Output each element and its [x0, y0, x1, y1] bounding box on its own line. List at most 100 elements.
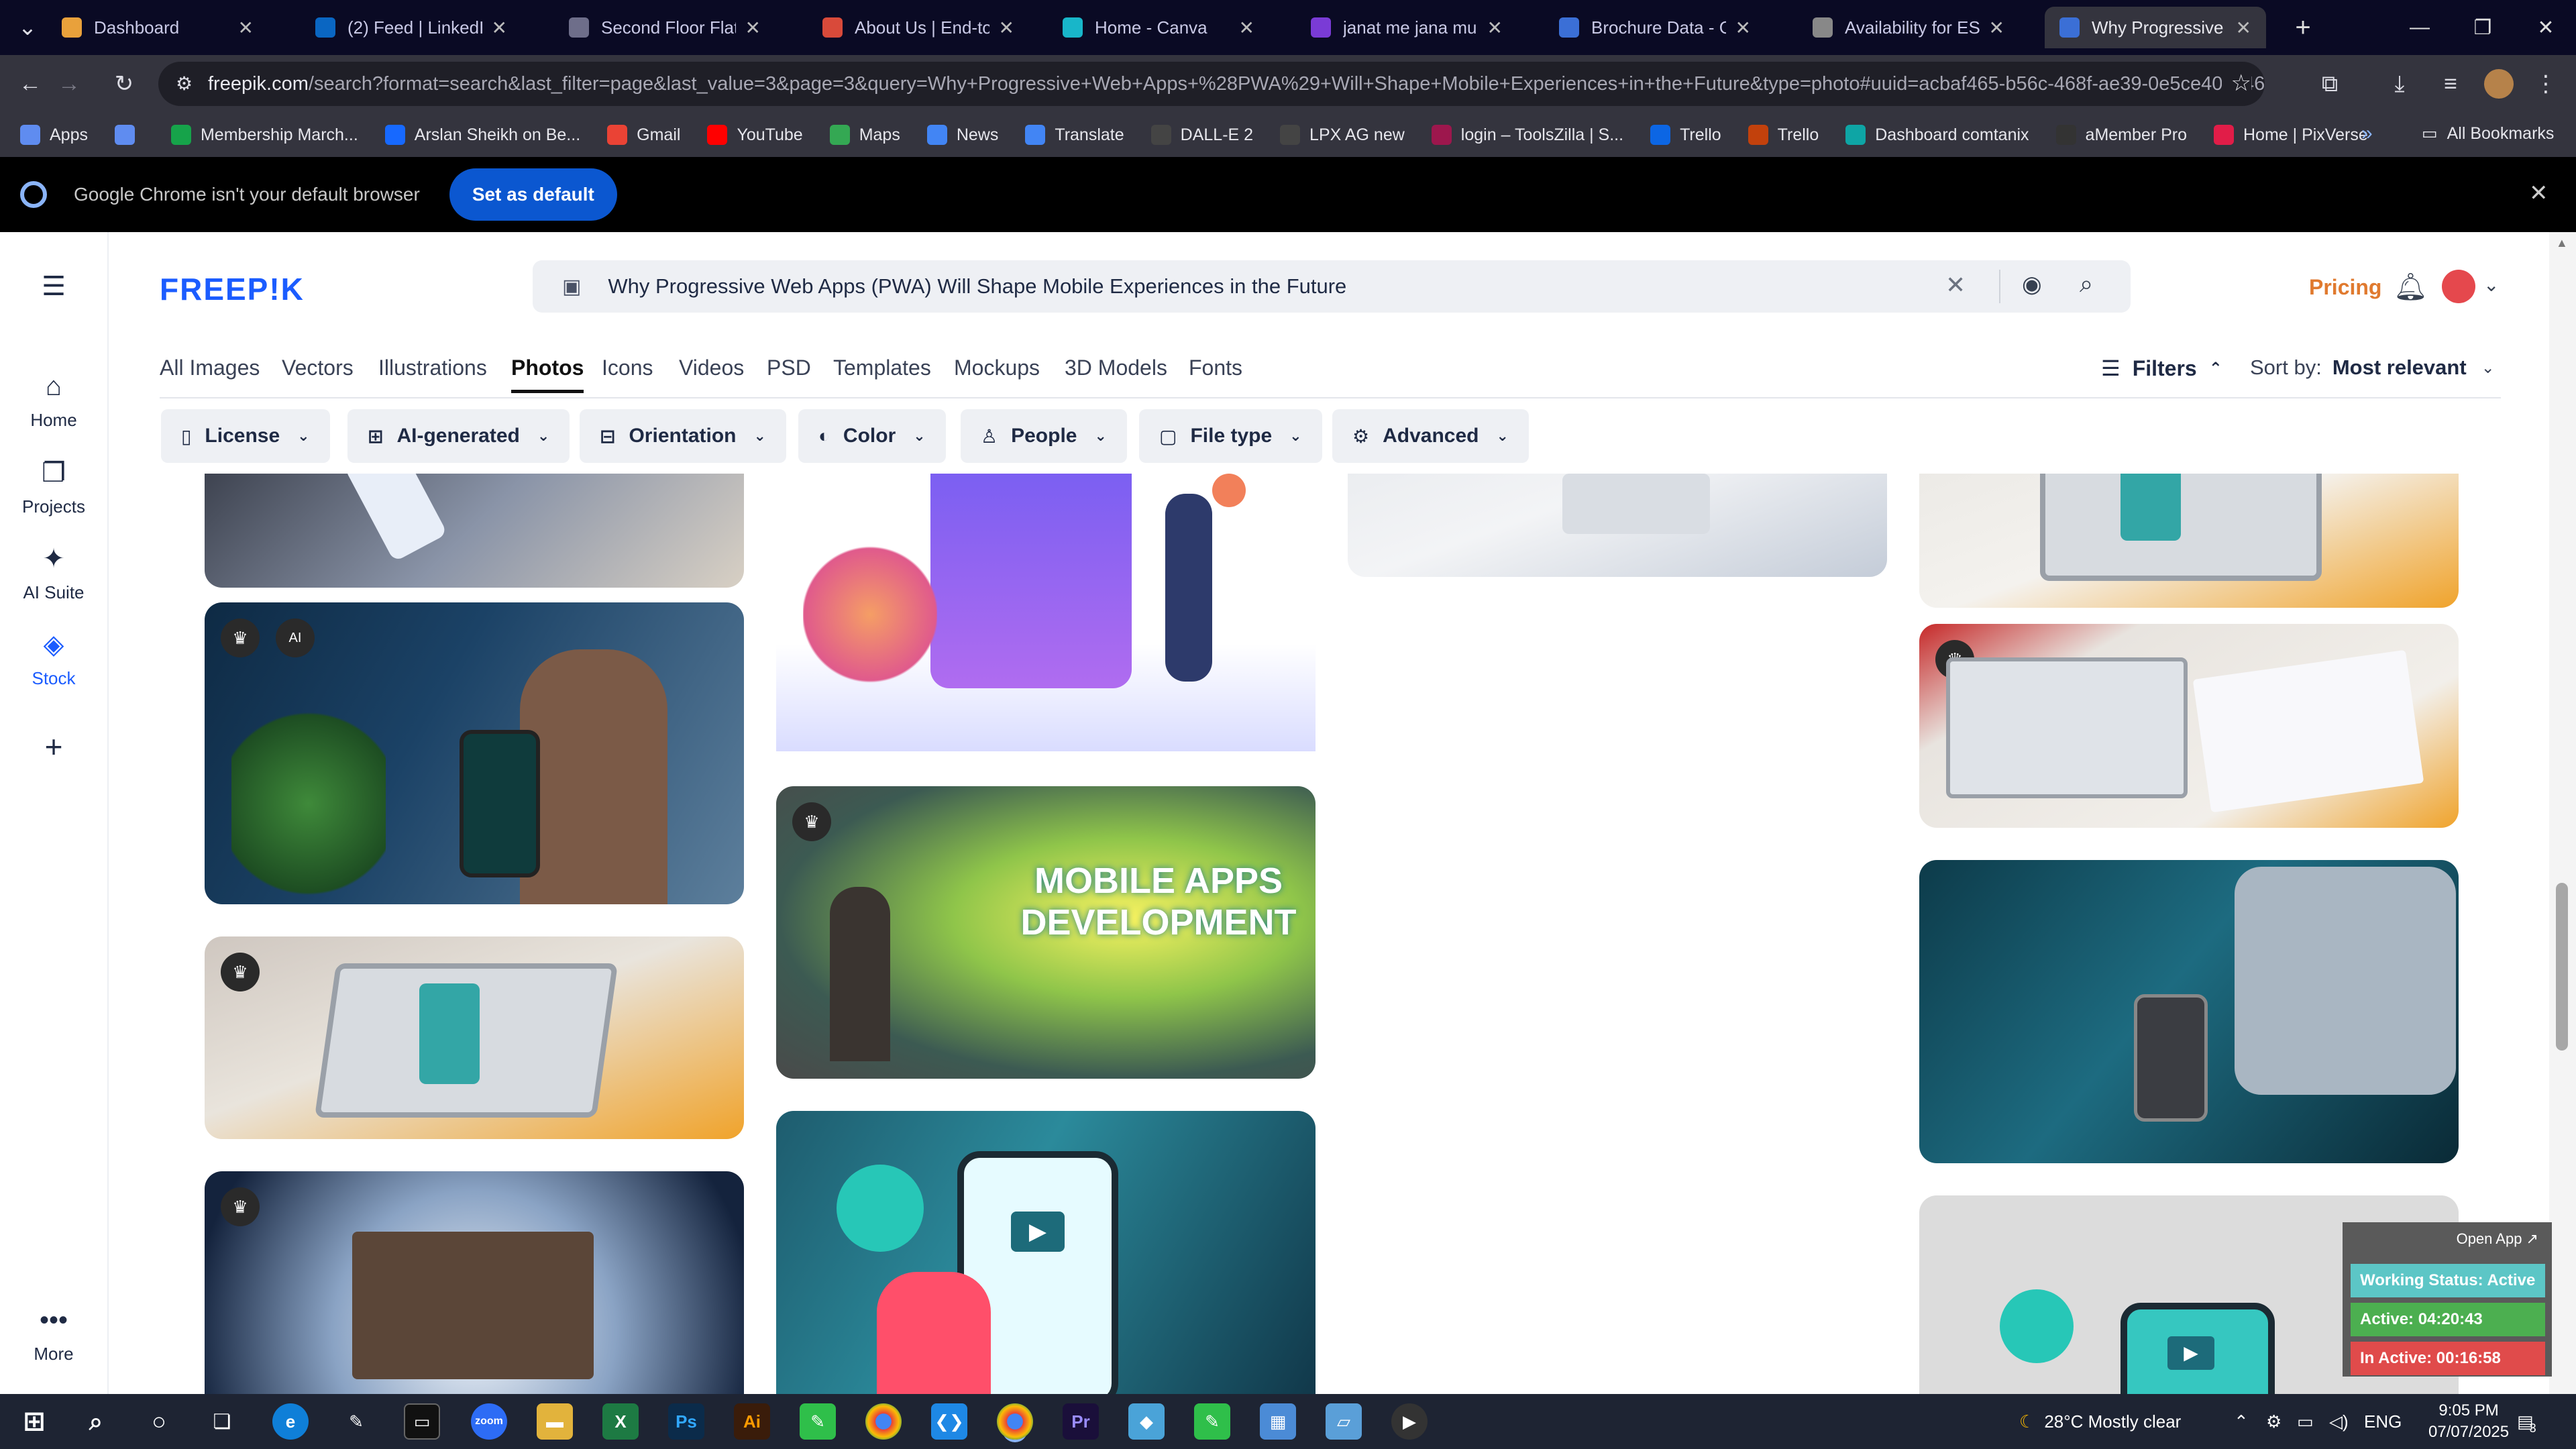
- search-input[interactable]: Why Progressive Web Apps (PWA) Will Shap…: [608, 274, 1346, 299]
- browser-tab[interactable]: janat me jana mumk ✕: [1296, 7, 1517, 48]
- result-image[interactable]: ♛ AI: [205, 602, 744, 904]
- result-image[interactable]: ♛: [1919, 624, 2459, 828]
- all-bookmarks[interactable]: ▭ All Bookmarks: [2422, 123, 2554, 144]
- clear-search-icon[interactable]: ✕: [1945, 271, 1966, 299]
- calculator-icon[interactable]: ▦: [1260, 1403, 1296, 1440]
- category-tab[interactable]: Fonts: [1189, 356, 1242, 380]
- edge-icon[interactable]: e: [272, 1403, 309, 1440]
- browser-tab[interactable]: Availability for EST st ✕: [1798, 7, 2019, 48]
- terminal-icon[interactable]: ▭: [404, 1403, 440, 1440]
- premiere-icon[interactable]: Pr: [1063, 1403, 1099, 1440]
- bookmark-item[interactable]: Gmail: [607, 125, 680, 145]
- media-player-icon[interactable]: ▶: [1391, 1403, 1428, 1440]
- forward-icon[interactable]: →: [52, 67, 86, 101]
- app-green-icon[interactable]: ✎: [800, 1403, 836, 1440]
- bookmark-item[interactable]: YouTube: [707, 125, 803, 145]
- bookmark-star-icon[interactable]: ☆: [2221, 70, 2251, 97]
- reload-icon[interactable]: ↻: [107, 67, 141, 101]
- bookmark-item[interactable]: Membership March...: [170, 125, 358, 145]
- tab-close-icon[interactable]: ✕: [999, 17, 1014, 39]
- infobar-close-icon[interactable]: ✕: [2529, 180, 2548, 207]
- category-tab[interactable]: PSD: [767, 356, 811, 380]
- browser-tab[interactable]: Why Progressive We ✕: [2045, 7, 2266, 48]
- bookmark-item[interactable]: DALL-E 2: [1150, 125, 1253, 145]
- profile-avatar[interactable]: [2484, 69, 2514, 99]
- camera-icon[interactable]: ◉: [2022, 271, 2042, 298]
- category-tab[interactable]: All Images: [160, 356, 260, 380]
- bookmark-item[interactable]: [114, 125, 144, 145]
- app-paper-icon[interactable]: ▱: [1326, 1403, 1362, 1440]
- user-avatar[interactable]: [2442, 270, 2475, 303]
- file-explorer-icon[interactable]: ▬: [537, 1403, 573, 1440]
- filter-button[interactable]: ⚙ Advanced ⌄: [1332, 409, 1529, 463]
- result-image[interactable]: [205, 474, 744, 588]
- scrollbar-thumb[interactable]: [2556, 883, 2568, 1051]
- tab-close-icon[interactable]: ✕: [1735, 17, 1751, 39]
- app-green2-icon[interactable]: ✎: [1194, 1403, 1230, 1440]
- bookmark-item[interactable]: Trello: [1650, 125, 1721, 145]
- extensions-icon[interactable]: ⧉: [2313, 67, 2347, 101]
- site-info-icon[interactable]: ⚙: [176, 72, 193, 95]
- set-as-default-button[interactable]: Set as default: [449, 168, 617, 221]
- tab-close-icon[interactable]: ✕: [1989, 17, 2004, 39]
- tray-chevron-icon[interactable]: ⌃: [2234, 1394, 2249, 1449]
- notification-center[interactable]: ▤ 3: [2517, 1394, 2536, 1449]
- result-image[interactable]: ♛ MOBILE APPS DEVELOPMENT: [776, 786, 1316, 1079]
- bookmark-item[interactable]: Arslan Sheikh on Be...: [384, 125, 580, 145]
- freepik-logo[interactable]: FREEP!K: [160, 271, 305, 307]
- address-bar[interactable]: ⚙ freepik.com/search?format=search&last_…: [158, 62, 2265, 106]
- result-image[interactable]: [1919, 860, 2459, 1163]
- volume-icon[interactable]: ◁): [2329, 1394, 2349, 1449]
- scroll-up-icon[interactable]: ▲: [2556, 236, 2568, 250]
- bookmark-item[interactable]: aMember Pro: [2055, 125, 2187, 145]
- category-tab[interactable]: Vectors: [282, 356, 354, 380]
- chrome-menu-icon[interactable]: ⋮: [2529, 67, 2563, 101]
- weather-widget[interactable]: ☾ 28°C Mostly clear: [2019, 1394, 2181, 1449]
- filter-button[interactable]: ▯ License ⌄: [161, 409, 330, 463]
- language-indicator[interactable]: ENG: [2364, 1394, 2402, 1449]
- bookmark-item[interactable]: login – ToolsZilla | S...: [1431, 125, 1623, 145]
- task-view-icon[interactable]: ❏: [204, 1403, 240, 1440]
- filters-toggle[interactable]: ☰ Filters ⌃: [2101, 356, 2222, 381]
- search-icon[interactable]: ⌕: [2080, 270, 2093, 299]
- sort-dropdown[interactable]: Sort by: Most relevant ⌄: [2250, 356, 2495, 380]
- tab-close-icon[interactable]: ✕: [1239, 17, 1254, 39]
- excel-icon[interactable]: X: [602, 1403, 639, 1440]
- filter-button[interactable]: ♙ People ⌄: [961, 409, 1127, 463]
- result-image[interactable]: [776, 474, 1316, 751]
- open-app-link[interactable]: Open App ↗: [2351, 1222, 2545, 1256]
- result-image[interactable]: [1348, 474, 1887, 577]
- category-tab[interactable]: Photos: [511, 356, 584, 393]
- tab-close-icon[interactable]: ✕: [238, 17, 254, 39]
- minimize-button[interactable]: —: [2388, 0, 2451, 55]
- category-tab[interactable]: Videos: [679, 356, 744, 380]
- close-window-button[interactable]: ✕: [2514, 0, 2576, 55]
- bookmark-item[interactable]: Dashboard comtanix: [1845, 125, 2029, 145]
- filter-button[interactable]: ▢ File type ⌄: [1139, 409, 1322, 463]
- tab-close-icon[interactable]: ✕: [492, 17, 507, 39]
- vscode-icon[interactable]: ❮❯: [931, 1403, 967, 1440]
- pen-icon[interactable]: ✎: [338, 1403, 374, 1440]
- tray-app-icon[interactable]: ⚙: [2266, 1394, 2282, 1449]
- zoom-icon[interactable]: zoom: [471, 1403, 507, 1440]
- chrome-icon[interactable]: [865, 1403, 902, 1440]
- browser-tab[interactable]: Home - Canva ✕: [1048, 7, 1269, 48]
- result-image[interactable]: ♛: [205, 936, 744, 1139]
- bookmark-item[interactable]: Maps: [829, 125, 900, 145]
- result-image[interactable]: ▶: [776, 1111, 1316, 1394]
- clock[interactable]: 9:05 PM 07/07/2025: [2428, 1394, 2509, 1449]
- pricing-link[interactable]: Pricing: [2309, 275, 2381, 300]
- category-tab[interactable]: Templates: [833, 356, 931, 380]
- downloads-icon[interactable]: ⤓: [2383, 67, 2416, 101]
- category-tab[interactable]: Illustrations: [378, 356, 487, 380]
- bookmark-item[interactable]: LPX AG new: [1280, 125, 1405, 145]
- back-icon[interactable]: ←: [13, 67, 47, 101]
- search-icon[interactable]: ⌕: [78, 1403, 114, 1440]
- tab-close-icon[interactable]: ✕: [2236, 17, 2251, 39]
- browser-tab[interactable]: Dashboard ✕: [47, 7, 268, 48]
- page-scrollbar[interactable]: ▲: [2549, 232, 2576, 1394]
- network-icon[interactable]: ▭: [2297, 1394, 2314, 1449]
- search-bar[interactable]: ▣ Why Progressive Web Apps (PWA) Will Sh…: [533, 260, 2131, 313]
- bookmark-item[interactable]: Home | PixVerse: [2214, 125, 2368, 145]
- photoshop-icon[interactable]: Ps: [668, 1403, 704, 1440]
